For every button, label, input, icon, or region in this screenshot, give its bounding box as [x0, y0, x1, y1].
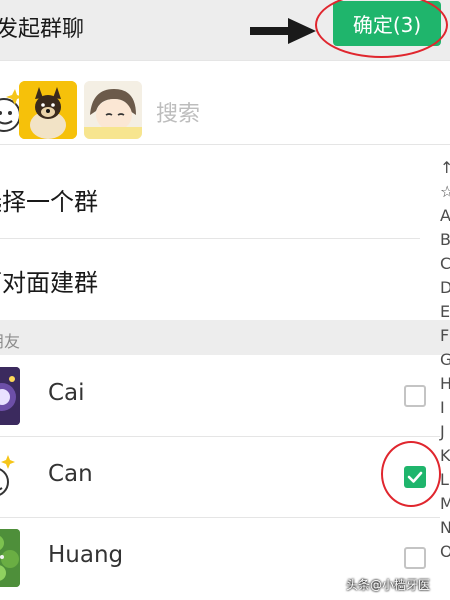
section-header-label: 朋友 [0, 332, 21, 351]
contact-avatar [0, 367, 20, 425]
green-leaves-avatar-icon [0, 529, 20, 587]
selected-avatar[interactable] [19, 81, 77, 139]
divider [0, 60, 450, 61]
create-group-chat-screen: 发起群聊 确定(3) 搜索 择一个群 对面建群 友 Cai Can Huang … [0, 0, 450, 600]
confirm-button-label: 确定(3) [352, 13, 422, 37]
index-letter[interactable]: N [440, 516, 450, 540]
contact-avatar [0, 448, 20, 506]
index-letter[interactable]: G [440, 348, 450, 372]
index-letter[interactable]: C [440, 252, 450, 276]
watermark: 头条@小樯牙医 [346, 578, 431, 592]
section-header: 朋友 [0, 320, 450, 355]
contact-row[interactable]: Can [0, 437, 440, 517]
contact-checkbox-checked[interactable] [404, 466, 426, 488]
index-letter[interactable]: E [440, 300, 450, 324]
index-letter[interactable]: A [440, 204, 450, 228]
contact-avatar [0, 529, 20, 587]
index-letter[interactable]: O [440, 540, 450, 564]
confirm-button[interactable]: 确定(3) [333, 1, 441, 46]
contact-name: Huang [48, 542, 124, 568]
alphabet-index-bar[interactable]: ↑ ☆ A B C D E F G H I J K L M N O [440, 156, 450, 564]
checkmark-icon [407, 471, 423, 483]
annotation-arrow-icon [250, 18, 316, 44]
index-letter[interactable]: ☆ [440, 180, 450, 204]
index-letter[interactable]: M [440, 492, 450, 516]
selected-avatar[interactable] [84, 81, 142, 139]
index-letter[interactable]: ↑ [440, 156, 450, 180]
cartoon-avatar-icon [0, 455, 15, 496]
page-title: 发起群聊 [0, 17, 85, 42]
select-group-label: 选择一个群 [0, 188, 98, 216]
contact-name: Can [48, 461, 93, 487]
index-letter[interactable]: F [440, 324, 450, 348]
index-letter[interactable]: J [440, 420, 450, 444]
index-letter[interactable]: B [440, 228, 450, 252]
index-letter[interactable]: K [440, 444, 450, 468]
index-letter[interactable]: I [440, 396, 450, 420]
top-bar: 发起群聊 确定(3) [0, 0, 450, 60]
index-letter[interactable]: D [440, 276, 450, 300]
girl-cartoon-icon [84, 81, 142, 139]
face-to-face-group-label: 面对面建群 [0, 269, 98, 297]
index-letter[interactable]: H [440, 372, 450, 396]
contact-name: Cai [48, 380, 85, 406]
selected-members-strip [0, 76, 450, 144]
face-to-face-group-row[interactable]: 面对面建群 [0, 239, 420, 319]
purple-avatar-icon [0, 367, 20, 425]
divider [0, 144, 450, 145]
search-input[interactable]: 搜索 [156, 96, 200, 128]
contact-checkbox[interactable] [404, 385, 426, 407]
select-group-row[interactable]: 选择一个群 [0, 158, 420, 238]
contact-row[interactable]: Cai [0, 356, 440, 436]
index-letter[interactable]: L [440, 468, 450, 492]
dog-photo-icon [19, 81, 77, 139]
contact-checkbox[interactable] [404, 547, 426, 569]
